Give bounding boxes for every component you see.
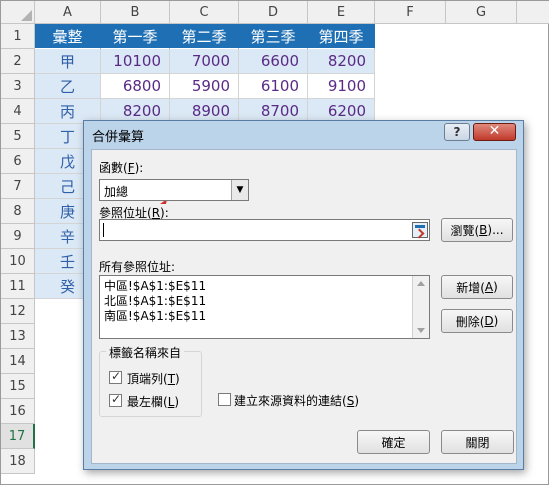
- row-header-16[interactable]: 16: [1, 399, 35, 424]
- row-header-17[interactable]: 17: [1, 424, 35, 449]
- cell-d3[interactable]: 6100: [239, 74, 308, 99]
- column-header-c[interactable]: C: [170, 1, 239, 24]
- cell-c1[interactable]: 第二季: [170, 24, 239, 49]
- cell-d2[interactable]: 6600: [239, 49, 308, 74]
- cell-c2[interactable]: 7000: [170, 49, 239, 74]
- close-button[interactable]: 關閉: [441, 430, 514, 454]
- row-header-3[interactable]: 3: [1, 74, 35, 99]
- row-header-1[interactable]: 1: [1, 24, 35, 49]
- top-row-label[interactable]: 頂端列(T): [127, 370, 180, 387]
- cell-a3[interactable]: 乙: [35, 74, 101, 99]
- use-labels-title: 標籤名稱來自: [106, 344, 185, 361]
- link-source-checkbox[interactable]: [218, 393, 231, 406]
- row-header-13[interactable]: 13: [1, 324, 35, 349]
- cell-d1[interactable]: 第三季: [239, 24, 308, 49]
- consolidate-dialog: 合併彙算 ? ✕ 函數(F): 加總 ▼ 參照位址(R): 瀏覽(B)... 所…: [83, 120, 524, 470]
- scroll-down-icon[interactable]: [417, 328, 425, 333]
- function-select[interactable]: 加總 ▼: [99, 179, 249, 201]
- cell-b1[interactable]: 第一季: [101, 24, 170, 49]
- browse-button[interactable]: 瀏覽(B)...: [441, 218, 513, 242]
- help-button[interactable]: ?: [444, 123, 470, 141]
- row-header-2[interactable]: 2: [1, 49, 35, 74]
- top-row-checkbox[interactable]: [109, 369, 122, 384]
- dialog-body: 函數(F): 加總 ▼ 參照位址(R): 瀏覽(B)... 所有參照位址: 中區…: [91, 149, 517, 464]
- column-header-a[interactable]: A: [35, 1, 101, 24]
- cell-e3[interactable]: 9100: [308, 74, 375, 99]
- cell-a1[interactable]: 彙整: [35, 24, 101, 49]
- cell-c3[interactable]: 5900: [170, 74, 239, 99]
- chevron-down-icon[interactable]: ▼: [231, 180, 248, 200]
- dialog-title: 合併彙算: [92, 130, 145, 145]
- left-column-checkbox[interactable]: [109, 392, 122, 407]
- scroll-up-icon[interactable]: [417, 281, 425, 286]
- row-header-18[interactable]: 18: [1, 449, 35, 474]
- row-header-5[interactable]: 5: [1, 124, 35, 149]
- cell-e1[interactable]: 第四季: [308, 24, 375, 49]
- list-item[interactable]: 南區!$A$1:$E$11: [104, 307, 206, 324]
- row-header-6[interactable]: 6: [1, 149, 35, 174]
- row-header-14[interactable]: 14: [1, 349, 35, 374]
- row-header-11[interactable]: 11: [1, 274, 35, 299]
- function-select-value: 加總: [104, 185, 129, 199]
- use-labels-group: 標籤名稱來自 頂端列(T) 最左欄(L): [99, 344, 202, 417]
- text-caret: [103, 223, 104, 237]
- column-header-g[interactable]: G: [446, 1, 517, 24]
- add-button[interactable]: 新增(A): [441, 275, 513, 299]
- collapse-dialog-icon[interactable]: [412, 222, 428, 238]
- row-header-8[interactable]: 8: [1, 199, 35, 224]
- left-column-label[interactable]: 最左欄(L): [127, 393, 179, 410]
- cell-b3[interactable]: 6800: [101, 74, 170, 99]
- row-header-9[interactable]: 9: [1, 224, 35, 249]
- cell-e2[interactable]: 8200: [308, 49, 375, 74]
- cell-a2[interactable]: 甲: [35, 49, 101, 74]
- row-header-4[interactable]: 4: [1, 99, 35, 124]
- row-header-12[interactable]: 12: [1, 299, 35, 324]
- select-all-corner[interactable]: [1, 1, 35, 24]
- list-scrollbar[interactable]: [412, 276, 429, 338]
- delete-button[interactable]: 刪除(D): [441, 309, 513, 333]
- ok-button[interactable]: 確定: [357, 430, 430, 454]
- row-header-15[interactable]: 15: [1, 374, 35, 399]
- all-references-label: 所有參照位址:: [99, 260, 176, 274]
- column-header-b[interactable]: B: [101, 1, 170, 24]
- column-header-d[interactable]: D: [239, 1, 308, 24]
- dialog-titlebar[interactable]: 合併彙算 ? ✕: [84, 121, 523, 148]
- all-references-list[interactable]: 中區!$A$1:$E$11 北區!$A$1:$E$11 南區!$A$1:$E$1…: [99, 275, 430, 339]
- column-header-e[interactable]: E: [308, 1, 375, 24]
- function-label: 函數(F):: [99, 161, 144, 175]
- column-header-h[interactable]: [517, 1, 549, 24]
- cell-b2[interactable]: 10100: [101, 49, 170, 74]
- close-icon[interactable]: ✕: [473, 123, 516, 141]
- row-header-7[interactable]: 7: [1, 174, 35, 199]
- link-source-label[interactable]: 建立來源資料的連結(S): [234, 392, 359, 409]
- reference-input[interactable]: [99, 219, 430, 241]
- column-header-f[interactable]: F: [375, 1, 446, 24]
- row-header-10[interactable]: 10: [1, 249, 35, 274]
